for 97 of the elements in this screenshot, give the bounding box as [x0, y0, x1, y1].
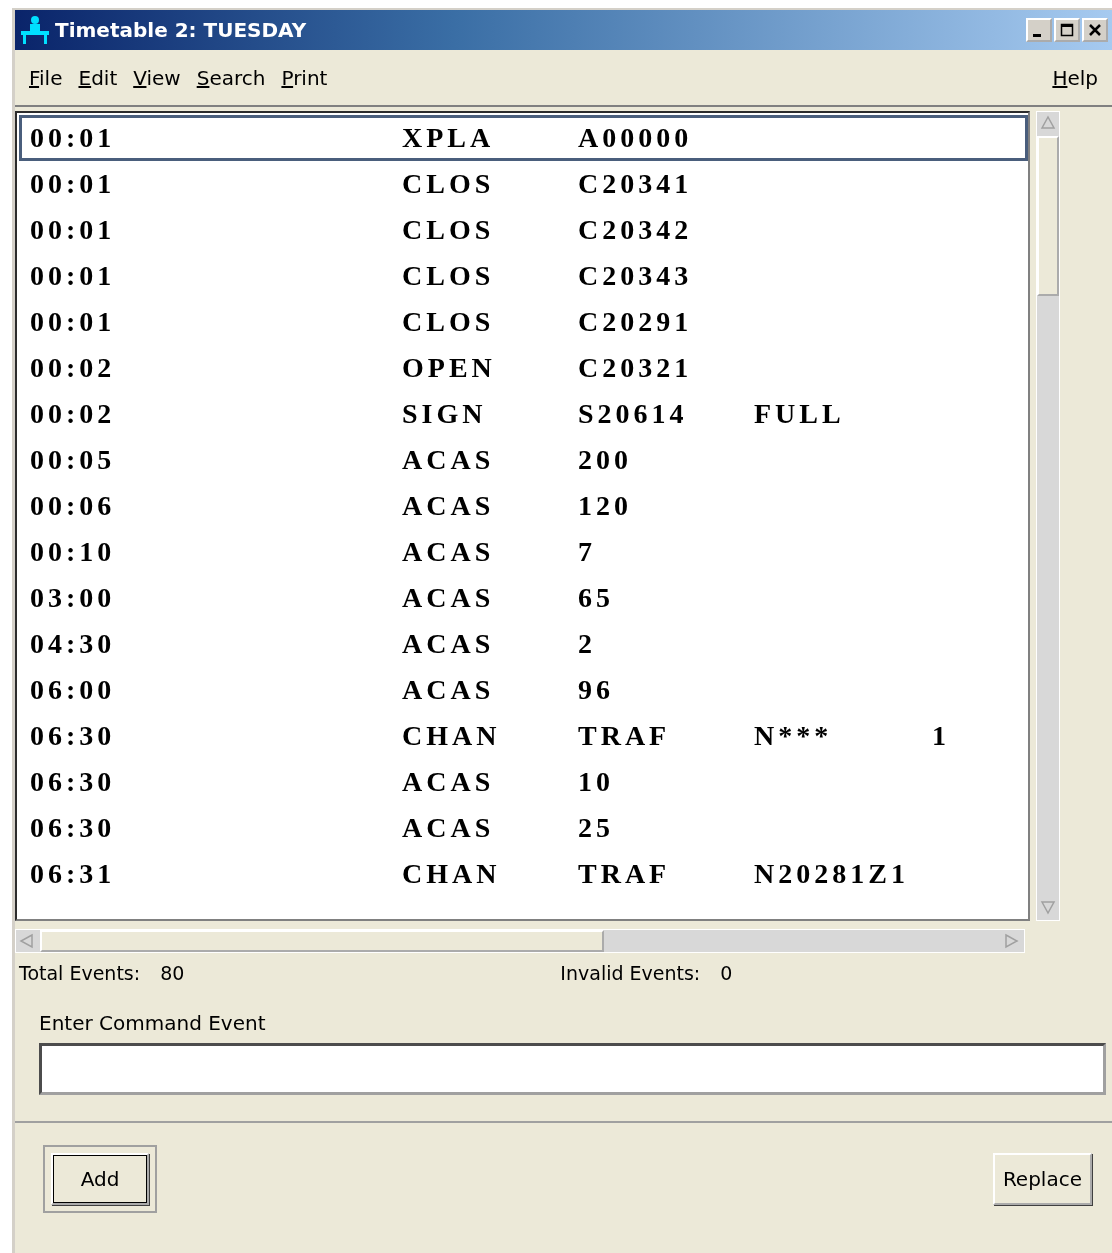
menu-item[interactable]: File: [29, 65, 63, 90]
event-cell-text: 00:01: [30, 168, 117, 200]
event-cell-text: CLOS: [402, 260, 496, 292]
status-label: Total Events:: [19, 962, 141, 984]
maximize-button[interactable]: [1054, 18, 1080, 42]
status-value: 0: [720, 962, 733, 984]
event-cell-text: CLOS: [402, 214, 496, 246]
event-cell-text: ACAS: [402, 490, 496, 522]
event-row[interactable]: 00:01 CLOS C20343: [19, 253, 1028, 299]
vertical-scrollbar[interactable]: [1036, 111, 1060, 921]
scrollbar-thumb[interactable]: [1037, 136, 1059, 296]
menu-item[interactable]: View: [133, 65, 181, 90]
event-cell-text: 00:01: [30, 260, 117, 292]
event-row[interactable]: 04:30 ACAS 2: [19, 621, 1028, 667]
status-label: Invalid Events:: [560, 962, 701, 984]
event-row[interactable]: 00:01 CLOS C20341: [19, 161, 1028, 207]
event-cell-text: ACAS: [402, 582, 496, 614]
event-cell-text: 06:31: [30, 858, 117, 890]
minimize-button[interactable]: [1026, 18, 1052, 42]
event-row[interactable]: 00:02 OPEN C20321: [19, 345, 1028, 391]
event-cell-text: CHAN: [402, 858, 502, 890]
menu-item[interactable]: Search: [196, 65, 266, 90]
event-cell-text: 06:30: [30, 766, 117, 798]
event-cell-text: ACAS: [402, 766, 496, 798]
menu-item[interactable]: Print: [281, 65, 328, 90]
command-input-field[interactable]: [39, 1043, 1106, 1095]
event-cell-text: 04:30: [30, 628, 117, 660]
event-row[interactable]: 00:02 SIGN S20614 FULL: [19, 391, 1028, 437]
event-cell-text: 00:05: [30, 444, 117, 476]
event-cell-text: N***: [754, 720, 834, 752]
event-row[interactable]: 06:31 CHAN TRAF N20281Z1: [19, 851, 1028, 897]
event-cell-text: ACAS: [402, 812, 496, 844]
menu-item[interactable]: Help: [1052, 65, 1098, 90]
close-icon: [1088, 23, 1102, 37]
minimize-icon: [1033, 33, 1041, 37]
status-value: 80: [160, 962, 185, 984]
event-row[interactable]: 00:10 ACAS 7: [19, 529, 1028, 575]
event-row[interactable]: 06:30 CHAN TRAF N*** 1: [19, 713, 1028, 759]
event-row[interactable]: 00:01 CLOS C20342: [19, 207, 1028, 253]
event-row[interactable]: 06:00 ACAS 96: [19, 667, 1028, 713]
event-cell-text: ACAS: [402, 674, 496, 706]
event-cell-text: 00:01: [30, 306, 117, 338]
close-button[interactable]: [1082, 18, 1108, 42]
event-cell-text: XPLA: [402, 122, 496, 154]
event-cell-text: ACAS: [402, 444, 496, 476]
event-cell-text: TRAF: [578, 720, 672, 752]
event-row[interactable]: 03:00 ACAS 65: [19, 575, 1028, 621]
event-row[interactable]: 06:30 ACAS 10: [19, 759, 1028, 805]
event-cell-text: CHAN: [402, 720, 502, 752]
event-row[interactable]: 00:05 ACAS 200: [19, 437, 1028, 483]
event-cell-text: N20281Z1: [754, 858, 910, 890]
event-row[interactable]: 06:30 ACAS 25: [19, 805, 1028, 851]
event-cell-text: C20342: [578, 214, 694, 246]
event-cell-text: 10: [578, 766, 615, 798]
menu-item[interactable]: Edit: [78, 65, 118, 90]
event-cell-text: 200: [578, 444, 633, 476]
event-cell-text: 25: [578, 812, 615, 844]
event-cell-text: C20343: [578, 260, 694, 292]
window-title: Timetable 2: TUESDAY: [55, 18, 308, 42]
event-cell-text: 65: [578, 582, 615, 614]
event-row[interactable]: 00:01 XPLA A00000: [19, 115, 1028, 161]
event-cell-text: 00:01: [30, 214, 117, 246]
event-cell-text: C20341: [578, 168, 694, 200]
event-cell-text: 06:30: [30, 720, 117, 752]
event-cell-text: CLOS: [402, 306, 496, 338]
person-at-desk-icon: [19, 15, 51, 45]
event-cell-text: 00:02: [30, 352, 117, 384]
event-cell-text: 96: [578, 674, 615, 706]
scrollbar-thumb[interactable]: [40, 930, 604, 952]
event-cell-text: OPEN: [402, 352, 497, 384]
event-cell-text: SIGN: [402, 398, 488, 430]
maximize-icon: [1060, 23, 1074, 37]
event-cell-text: 00:10: [30, 536, 117, 568]
event-cell-text: 2: [578, 628, 597, 660]
event-cell-text: 120: [578, 490, 633, 522]
event-cell-text: C20321: [578, 352, 694, 384]
event-cell-text: A00000: [578, 122, 694, 154]
event-cell-text: 06:30: [30, 812, 117, 844]
horizontal-scrollbar[interactable]: [15, 929, 1025, 953]
event-cell-text: S20614: [578, 398, 689, 430]
event-cell-text: ACAS: [402, 628, 496, 660]
event-cell-text: 03:00: [30, 582, 117, 614]
event-row[interactable]: 00:01 CLOS C20291: [19, 299, 1028, 345]
event-cell-text: 00:01: [30, 122, 117, 154]
event-row[interactable]: 00:06 ACAS 120: [19, 483, 1028, 529]
event-cell-text: 06:00: [30, 674, 117, 706]
event-cell-text: C20291: [578, 306, 694, 338]
event-cell-text: CLOS: [402, 168, 496, 200]
event-cell-text: ACAS: [402, 536, 496, 568]
event-cell-text: 00:06: [30, 490, 117, 522]
event-cell-text: FULL: [754, 398, 846, 430]
event-cell-text: 1: [932, 720, 951, 752]
event-cell-text: TRAF: [578, 858, 672, 890]
field-label: Enter Command Event: [39, 1011, 267, 1035]
event-cell-text: 00:02: [30, 398, 117, 430]
event-cell-text: 7: [578, 536, 597, 568]
replace-button[interactable]: Replace: [992, 1153, 1092, 1205]
